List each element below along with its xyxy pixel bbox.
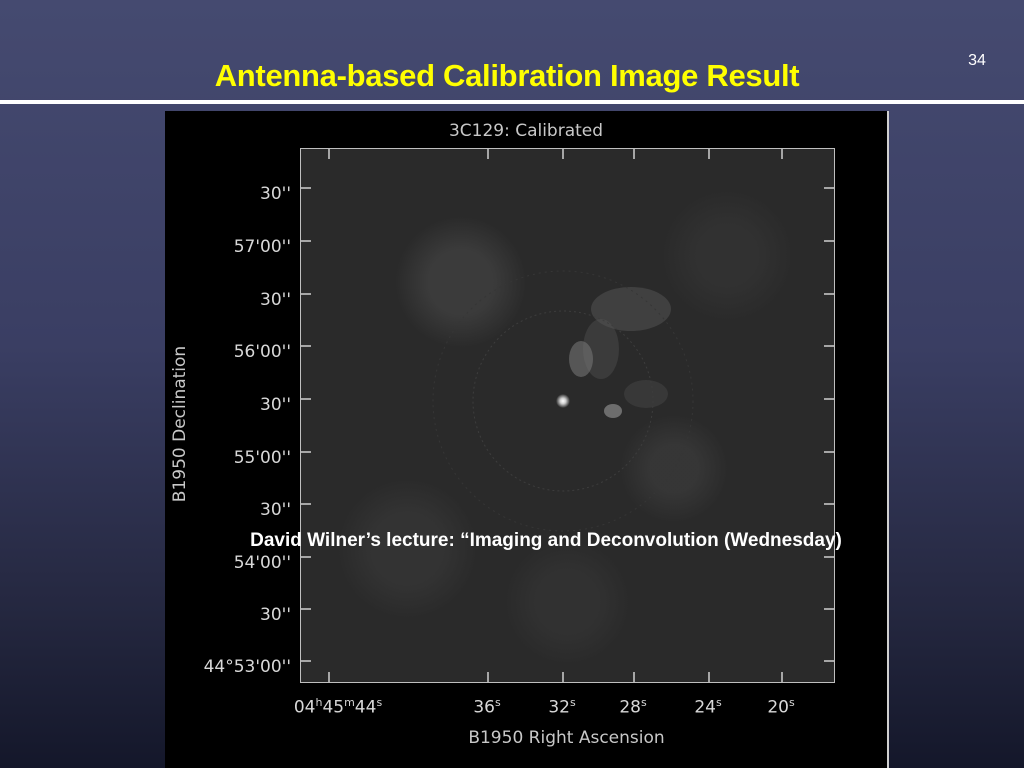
x-tick-label: 20s	[767, 696, 795, 718]
slide-title: Antenna-based Calibration Image Result	[214, 58, 800, 93]
y-tick-label: 54'00''	[233, 553, 291, 573]
x-axis-label: B1950 Right Ascension	[468, 728, 665, 748]
figure-title: 3C129: Calibrated	[448, 121, 604, 141]
y-tick-label: 30''	[260, 290, 291, 310]
emission-blob	[604, 404, 622, 418]
radio-image-figure: 3C129: Calibrated 30'' 57'00'' 30'' 56'0…	[165, 111, 889, 768]
title-rule	[0, 100, 1024, 104]
emission-blob	[569, 341, 593, 377]
emission-blob	[624, 380, 668, 408]
lecture-caption: David Wilner’s lecture: “Imaging and Dec…	[250, 530, 842, 551]
y-tick-label: 57'00''	[233, 237, 291, 257]
y-tick-label: 30''	[260, 605, 291, 625]
plot-overlay	[301, 149, 834, 682]
y-axis-label: B1950 Declination	[170, 345, 190, 503]
y-tick-label: 44°53'00''	[203, 657, 291, 677]
tick-marks	[301, 149, 834, 682]
point-source	[556, 394, 570, 408]
x-tick-label: 04h45m44s	[293, 696, 383, 718]
y-tick-label: 30''	[260, 184, 291, 204]
plot-frame	[300, 148, 835, 683]
